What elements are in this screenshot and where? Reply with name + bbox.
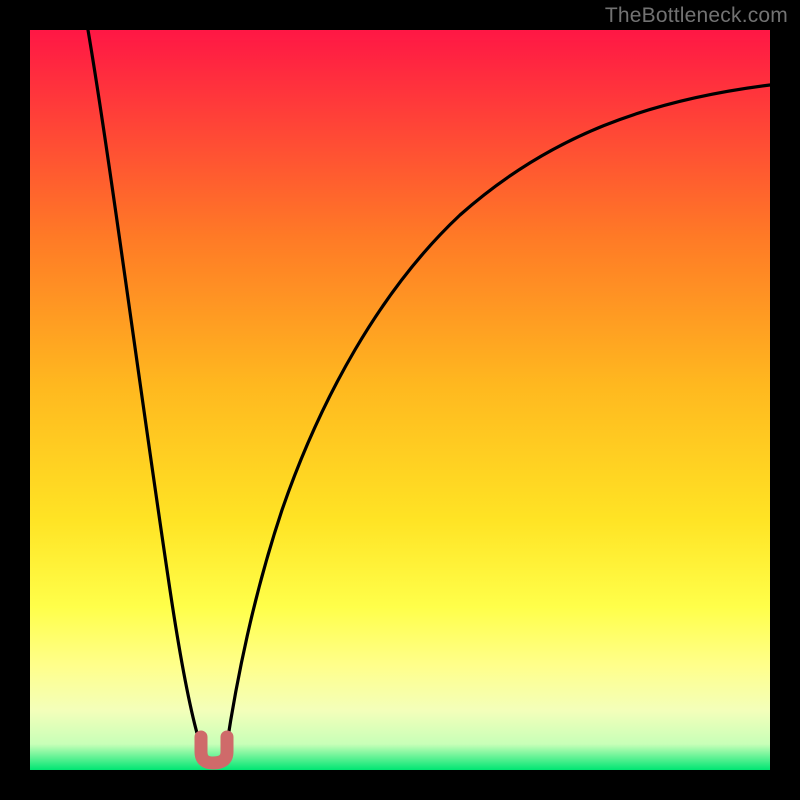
bottleneck-chart (30, 30, 770, 770)
chart-frame: TheBottleneck.com (0, 0, 800, 800)
watermark-text: TheBottleneck.com (605, 4, 788, 28)
